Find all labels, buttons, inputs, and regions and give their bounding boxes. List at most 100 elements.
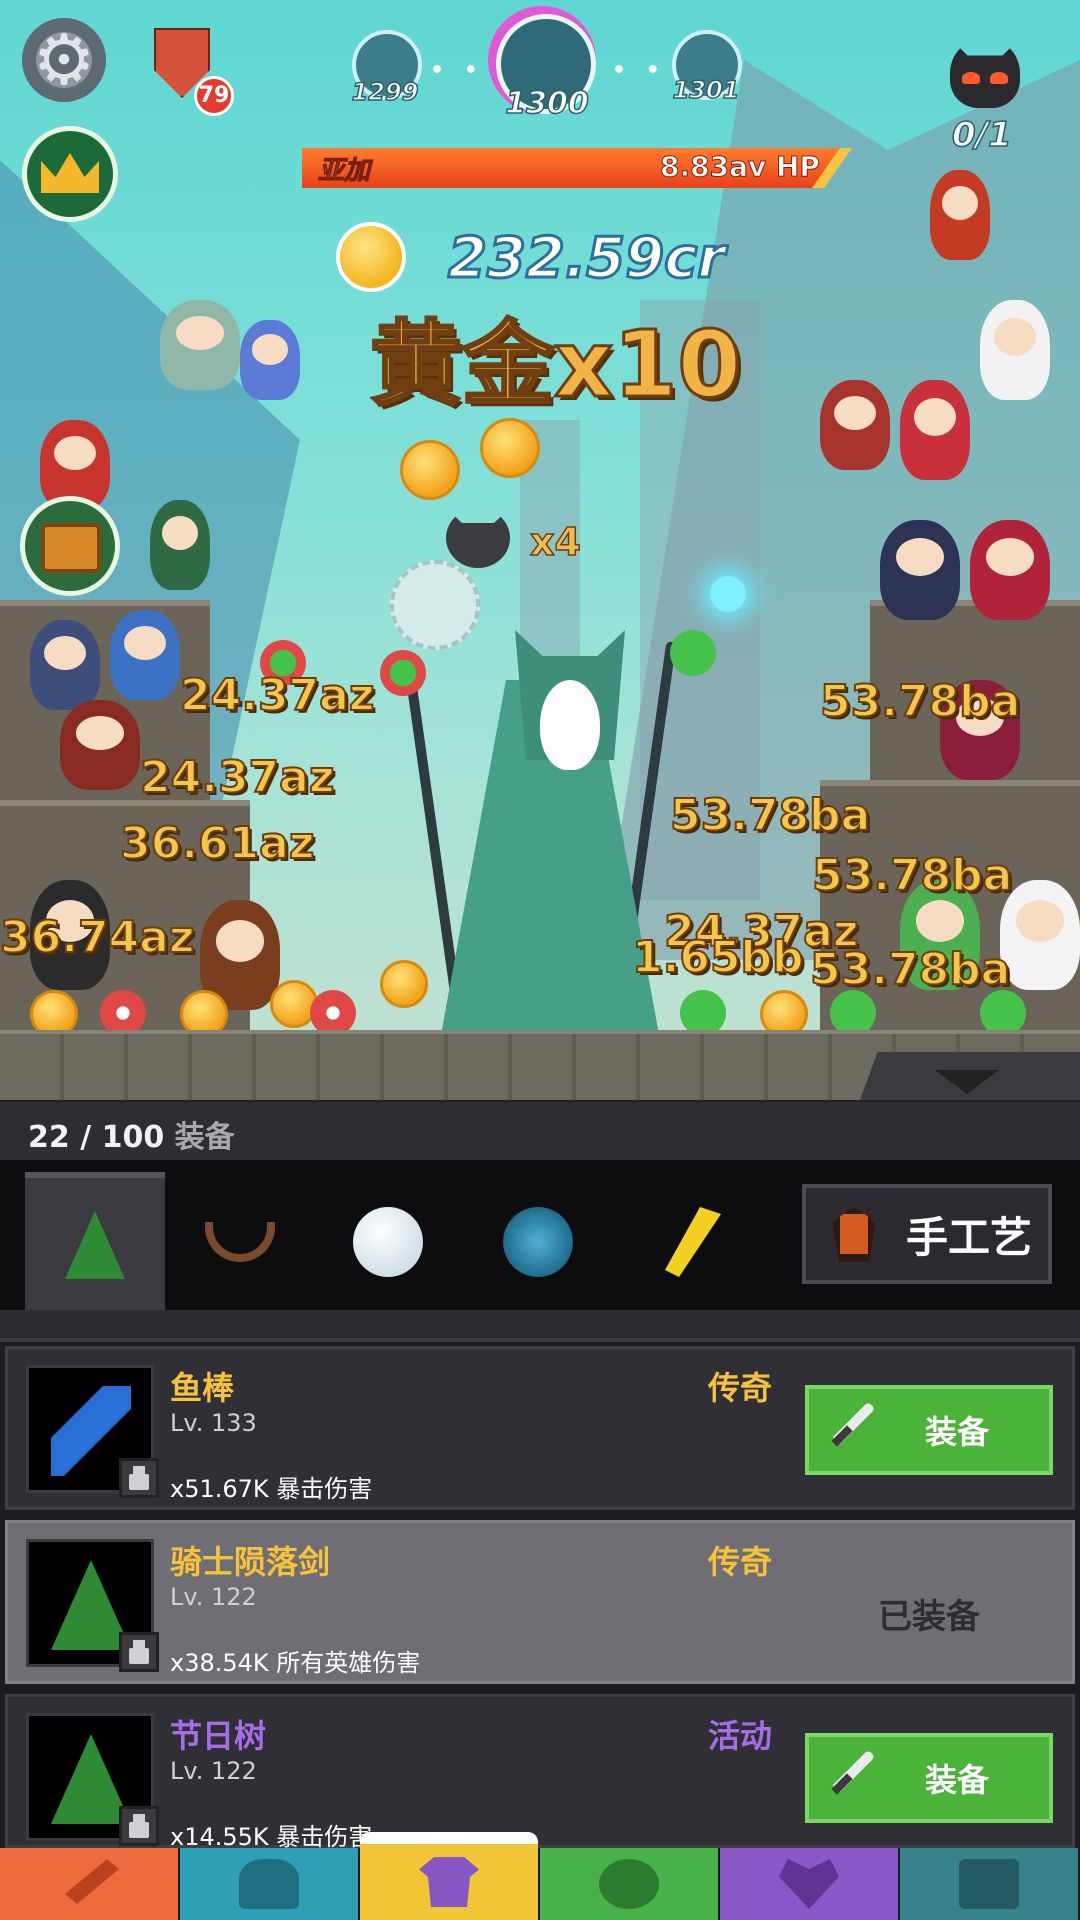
item-thumbnail: [26, 1713, 159, 1846]
pet-icon: [599, 1859, 659, 1909]
clan-heart-icon: [779, 1859, 839, 1909]
damage-number: 53.78ba: [811, 849, 1013, 902]
equipment-count-label: 装备: [174, 1120, 235, 1155]
gold-amount: 232.59cr: [447, 225, 727, 293]
stage-next-number: 1301: [672, 75, 740, 105]
game-screen: 24.37az 24.37az 36.61az 36.74az 53.78ba …: [0, 0, 1080, 1920]
nav-tab-equipment[interactable]: [360, 1832, 538, 1920]
hero: [980, 300, 1050, 400]
category-tab-antlers[interactable]: [170, 1172, 310, 1312]
golden-blade-icon: [665, 1207, 721, 1277]
equipment-item[interactable]: 节日树 Lv. 122 x14.55K 暴击伤害 活动 装备: [5, 1694, 1075, 1851]
lock-icon[interactable]: [119, 1806, 159, 1846]
settings-gear-icon[interactable]: ⚙: [22, 18, 106, 102]
item-bonus: x51.67K 暴击伤害: [170, 1475, 373, 1503]
gold-coin[interactable]: [480, 418, 540, 478]
boss-hp-value: 8.83av HP: [660, 150, 821, 184]
gold-coin[interactable]: [380, 960, 428, 1008]
hero: [160, 300, 240, 390]
craft-button[interactable]: 手工艺: [802, 1184, 1052, 1284]
nav-tab-clan[interactable]: [720, 1848, 898, 1920]
treasure-chest-icon[interactable]: [20, 496, 120, 596]
boss-name: 亚加: [317, 156, 371, 187]
nav-tab-pets[interactable]: [540, 1848, 718, 1920]
antlers-icon: [205, 1222, 275, 1262]
gold-coin-icon: [336, 222, 406, 292]
category-tab-aura[interactable]: [468, 1172, 608, 1312]
candy[interactable]: [380, 650, 426, 696]
hero: [900, 380, 970, 480]
list-divider: [0, 1310, 1080, 1342]
lock-icon[interactable]: [119, 1458, 159, 1498]
collapse-arrow-icon[interactable]: [935, 1070, 999, 1094]
item-bonus: x14.55K 暴击伤害: [170, 1823, 373, 1851]
blue-aura-icon: [503, 1207, 573, 1277]
candy[interactable]: [670, 630, 716, 676]
sword-icon: [827, 1404, 879, 1456]
hero-helmet-icon: [239, 1859, 299, 1909]
stage-current-number: 1300: [505, 85, 590, 122]
item-rarity: 活动: [708, 1717, 773, 1755]
equip-button-label: 装备: [925, 1413, 990, 1451]
devil-multiplier: x4: [529, 519, 581, 565]
sword-icon: [65, 1859, 119, 1904]
shop-chest-icon: [959, 1859, 1019, 1909]
hero: [150, 500, 210, 590]
equipped-status: 已装备: [878, 1597, 980, 1637]
equipment-header: 22 / 100 装备: [0, 1100, 1080, 1160]
category-tab-christmas-tree[interactable]: [25, 1172, 165, 1312]
equipment-item-equipped[interactable]: 骑士陨落剑 Lv. 122 x38.54K 所有英雄伤害 传奇 已装备: [5, 1520, 1075, 1684]
hero: [880, 520, 960, 620]
item-rarity: 传奇: [708, 1543, 773, 1581]
damage-number: 36.74az: [0, 911, 195, 964]
equipment-count: 22 / 100 装备: [28, 1112, 235, 1156]
sword-icon: [827, 1752, 879, 1804]
damage-number: 36.61az: [119, 817, 315, 870]
category-tab-snowball[interactable]: [318, 1172, 458, 1312]
energy-orb: [710, 576, 746, 612]
boss-counter: 0/1: [951, 114, 1012, 156]
battle-scene[interactable]: 24.37az 24.37az 36.61az 36.74az 53.78ba …: [0, 0, 1080, 1100]
boss-fight-icon[interactable]: [950, 38, 1020, 108]
equipment-category-bar: 手工艺: [0, 1160, 1080, 1312]
saw-blade: [390, 560, 480, 650]
lock-icon[interactable]: [119, 1632, 159, 1672]
item-rarity: 传奇: [708, 1369, 773, 1407]
craft-label: 手工艺: [906, 1212, 1033, 1262]
snowball-icon: [353, 1207, 423, 1277]
craft-gem-icon: [832, 1206, 876, 1262]
bottom-navigation: [0, 1832, 1080, 1920]
item-name: 骑士陨落剑: [170, 1543, 331, 1581]
damage-number: 53.78ba: [669, 789, 871, 842]
nav-tab-shop[interactable]: [900, 1848, 1078, 1920]
item-thumbnail: [26, 1365, 159, 1498]
equip-button-label: 装备: [925, 1761, 990, 1799]
equip-button[interactable]: 装备: [805, 1733, 1053, 1823]
category-tab-blade[interactable]: [616, 1172, 756, 1312]
equip-button[interactable]: 装备: [805, 1385, 1053, 1475]
item-thumbnail: [26, 1539, 159, 1672]
hero: [30, 620, 100, 710]
hero: [820, 380, 890, 470]
crown-icon[interactable]: [22, 126, 118, 222]
item-level: Lv. 122: [170, 1757, 257, 1785]
equipment-item[interactable]: 鱼棒 Lv. 133 x51.67K 暴击伤害 传奇 装备: [5, 1346, 1075, 1510]
stage-prev-number: 1299: [351, 77, 419, 107]
hero: [930, 170, 990, 260]
gold-multiplier: 黄金x10: [368, 310, 742, 420]
damage-number: 24.37az: [139, 751, 335, 804]
gold-coin[interactable]: [400, 440, 460, 500]
item-bonus: x38.54K 所有英雄伤害: [170, 1649, 421, 1677]
hero: [110, 610, 180, 700]
item-level: Lv. 133: [170, 1409, 257, 1437]
nav-tab-sword[interactable]: [0, 1848, 178, 1920]
nav-tab-heroes[interactable]: [180, 1848, 358, 1920]
item-name: 节日树: [170, 1717, 267, 1755]
christmas-tree-icon: [65, 1211, 125, 1279]
damage-number: 1.65bb: [631, 931, 805, 984]
notification-badge: 79: [194, 76, 234, 116]
hero: [60, 700, 140, 790]
item-name: 鱼棒: [170, 1369, 235, 1407]
tournament-shield-icon[interactable]: 79: [140, 18, 234, 116]
hero: [970, 520, 1050, 620]
